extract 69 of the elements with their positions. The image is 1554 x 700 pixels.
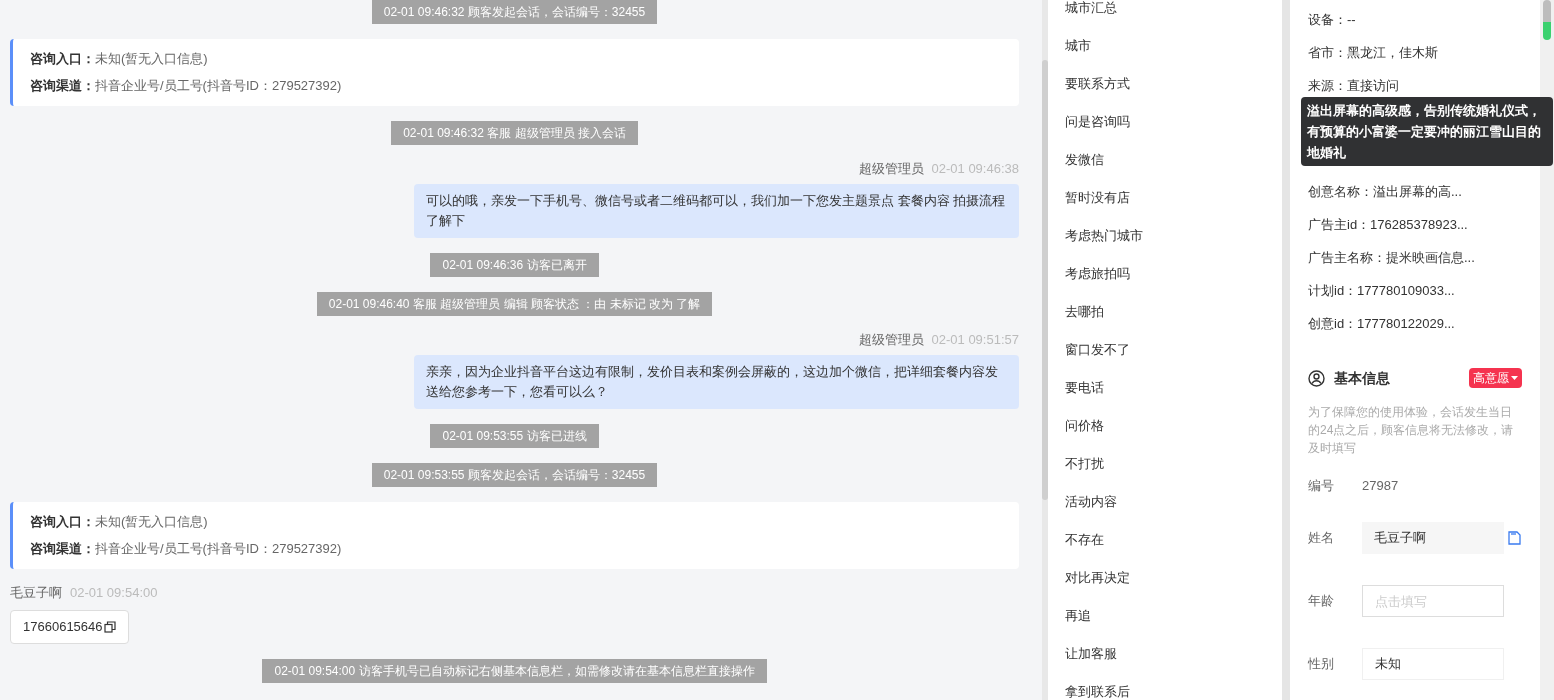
tag-option[interactable]: 考虑旅拍吗: [1065, 255, 1130, 293]
tag-option[interactable]: 考虑热门城市: [1065, 217, 1143, 255]
field-label: 编号: [1308, 477, 1335, 496]
agent-message: 可以的哦，亲发一下手机号、微信号或者二维码都可以，我们加一下您发主题景点 套餐内容 拍摄流程了解下: [414, 184, 1019, 238]
sender-name: 超级管理员: [858, 160, 924, 178]
tag-option[interactable]: 活动内容: [1065, 483, 1117, 521]
field-value: 27987: [1362, 477, 1399, 496]
scrollbar[interactable]: [1540, 0, 1554, 700]
info-value: 抖音企业号/员工号(抖音号ID：279527392): [95, 77, 342, 95]
detail-row: 广告主名称：提米映画信息...: [1308, 250, 1475, 265]
field-label: 性别: [1308, 655, 1335, 674]
visitor-message: 17660615646: [23, 618, 103, 637]
system-message: 02-01 09:46:32 客服 超级管理员 接入会话: [391, 121, 638, 145]
info-value: 抖音企业号/员工号(抖音号ID：279527392): [95, 540, 342, 558]
tag-option[interactable]: 不打扰: [1065, 445, 1104, 483]
field-label: 姓名: [1308, 529, 1335, 548]
system-message: 02-01 09:53:55 顾客发起会话，会话编号：32455: [371, 463, 658, 487]
detail-row: 计划id：177780109033...: [1308, 283, 1455, 298]
sender-name: 毛豆子啊: [10, 584, 62, 602]
copy-icon[interactable]: [103, 621, 116, 633]
tag-option[interactable]: 要电话: [1065, 369, 1104, 407]
user-icon: [1308, 369, 1325, 387]
caret-icon: [1511, 375, 1518, 381]
scrollbar-thumb[interactable]: [1543, 0, 1551, 40]
system-message: 02-01 09:46:36 访客已离开: [430, 253, 599, 277]
gender-field[interactable]: 未知: [1362, 648, 1504, 680]
system-message: 02-01 09:46:32 顾客发起会话，会话编号：32455: [371, 0, 658, 24]
info-label: 咨询入口：: [30, 50, 95, 68]
tag-option[interactable]: 城市: [1065, 27, 1091, 65]
agent-message: 亲亲，因为企业抖音平台这边有限制，发价目表和案例会屏蔽的，这边加个微信，把详细套餐内容发送给您参考一下，您看可以么？: [414, 355, 1019, 409]
tag-option[interactable]: 发微信: [1065, 141, 1104, 179]
detail-row: 创意名称：溢出屏幕的高...: [1308, 184, 1462, 199]
tag-option[interactable]: 让加客服: [1065, 635, 1117, 673]
info-label: 咨询渠道：: [30, 77, 95, 95]
intent-dropdown[interactable]: 高意愿: [1469, 368, 1522, 388]
scrollbar-thumb[interactable]: [1042, 60, 1048, 500]
tag-option[interactable]: 要联系方式: [1065, 65, 1130, 103]
tag-option[interactable]: 不存在: [1065, 521, 1104, 559]
scrollbar[interactable]: [1042, 0, 1048, 700]
detail-row: 来源：直接访问: [1308, 78, 1399, 93]
detail-row: 设备：--: [1308, 12, 1356, 27]
info-label: 咨询入口：: [30, 513, 95, 531]
tag-option[interactable]: 问是咨询吗: [1065, 103, 1130, 141]
tag-option[interactable]: 城市汇总: [1065, 0, 1117, 27]
detail-row: 省市：黑龙江，佳木斯: [1308, 45, 1438, 60]
message-time: 02-01 09:51:57: [931, 331, 1019, 349]
sender-name: 超级管理员: [858, 331, 924, 349]
detail-row: 创意id：177780122029...: [1308, 316, 1455, 331]
tag-option[interactable]: 拿到联系后: [1065, 673, 1130, 700]
system-message: 02-01 09:53:55 访客已进线: [430, 424, 599, 448]
message-time: 02-01 09:46:38: [931, 160, 1019, 178]
name-field[interactable]: 毛豆子啊: [1362, 522, 1504, 554]
tag-option[interactable]: 窗口发不了: [1065, 331, 1130, 369]
tag-option[interactable]: 去哪拍: [1065, 293, 1104, 331]
message-time: 02-01 09:54:00: [70, 584, 158, 602]
field-label: 年龄: [1308, 592, 1335, 611]
tag-option[interactable]: 再追: [1065, 597, 1091, 635]
system-message: 02-01 09:54:00 访客手机号已自动标记右侧基本信息栏，如需修改请在基本信息栏直接操作: [262, 659, 767, 683]
tag-option[interactable]: 对比再决定: [1065, 559, 1130, 597]
info-label: 咨询渠道：: [30, 540, 95, 558]
info-value: 未知(暂无入口信息): [95, 50, 208, 68]
tooltip: 溢出屏幕的高级感，告别传统婚礼仪式，有预算的小富婆一定要冲的丽江雪山目的地婚礼: [1301, 97, 1553, 166]
tag-option[interactable]: 问价格: [1065, 407, 1104, 445]
note-text: 为了保障您的使用体验，会话发生当日的24点之后，顾客信息将无法修改，请及时填写: [1308, 404, 1515, 457]
section-title: 基本信息: [1334, 368, 1390, 388]
system-message: 02-01 09:46:40 客服 超级管理员 编辑 顾客状态 ：由 未标记 改为 了解: [316, 292, 713, 316]
detail-row: 广告主id：176285378923...: [1308, 217, 1468, 232]
tag-option[interactable]: 暂时没有店: [1065, 179, 1130, 217]
info-value: 未知(暂无入口信息): [95, 513, 208, 531]
